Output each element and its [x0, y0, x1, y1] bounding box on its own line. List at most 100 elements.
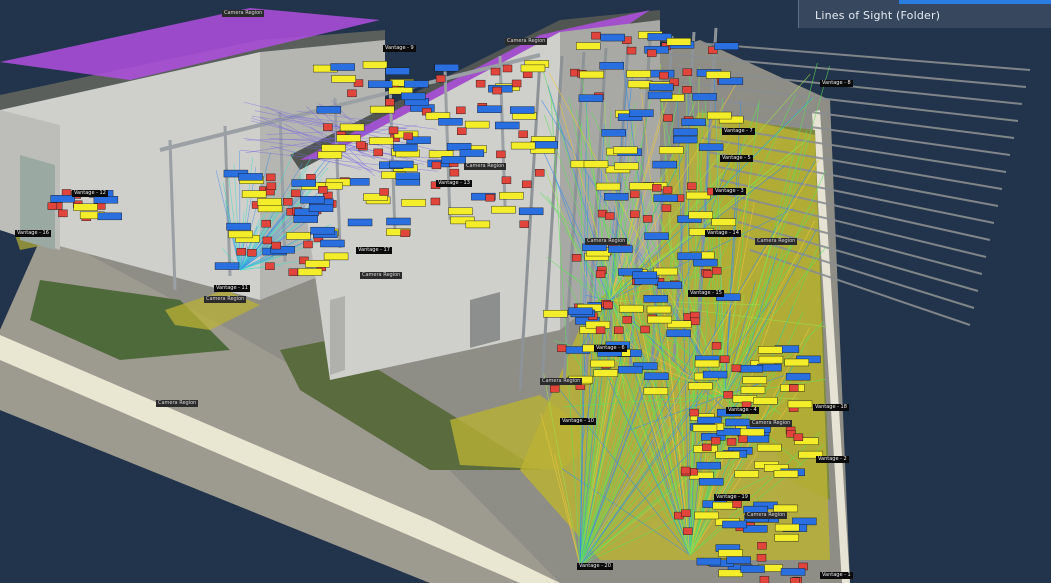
vantage-label[interactable]: Vantage - 19: [714, 494, 750, 501]
vantage-label[interactable]: Vantage - 14: [705, 230, 741, 237]
equipment-tag: [757, 443, 782, 452]
equipment-tag: [734, 470, 759, 478]
equipment-tag: [618, 365, 643, 374]
vantage-label[interactable]: Vantage - 7: [722, 128, 755, 135]
equipment-tag: [533, 141, 558, 149]
equipment-tag: [438, 118, 463, 126]
equipment-tag: [702, 443, 712, 452]
camera-region-label[interactable]: Camera Region: [750, 420, 793, 427]
equipment-tag: [719, 355, 730, 364]
equipment-tag: [347, 218, 373, 227]
equipment-tag: [722, 520, 747, 529]
equipment-tag: [692, 424, 718, 432]
equipment-tag: [694, 359, 720, 368]
equipment-tag: [646, 305, 672, 314]
equipment-tag: [456, 106, 466, 115]
camera-region-label[interactable]: Camera Region: [505, 38, 548, 45]
vantage-label[interactable]: Vantage - 18: [813, 404, 849, 411]
vantage-label[interactable]: Vantage - 2: [816, 456, 849, 463]
vantage-label[interactable]: Vantage - 3: [713, 188, 746, 195]
vantage-label[interactable]: Vantage - 6: [594, 345, 627, 352]
camera-region-label[interactable]: Camera Region: [585, 238, 628, 245]
camera-region-label[interactable]: Camera Region: [540, 378, 583, 385]
equipment-tag: [226, 222, 251, 231]
equipment-tag: [271, 241, 281, 250]
equipment-tag: [518, 130, 528, 138]
3d-viewport[interactable]: Camera Region Camera Region Camera Region C…: [0, 0, 1051, 583]
equipment-tag: [583, 160, 609, 168]
equipment-tag: [369, 105, 395, 114]
equipment-tag: [356, 141, 366, 149]
camera-region-label[interactable]: Camera Region: [464, 163, 507, 170]
camera-region-label[interactable]: Camera Region: [222, 10, 265, 17]
equipment-tag: [519, 220, 529, 228]
equipment-tag: [785, 372, 811, 381]
equipment-tag: [790, 577, 800, 583]
equipment-tag: [401, 92, 426, 101]
equipment-tag: [214, 262, 240, 270]
equipment-tag: [693, 258, 718, 267]
camera-region-label[interactable]: Camera Region: [156, 400, 199, 407]
equipment-tag: [688, 211, 713, 219]
camera-region-label[interactable]: Camera Region: [755, 238, 798, 245]
equipment-tag: [557, 344, 567, 353]
vantage-label[interactable]: Vantage - 16: [15, 230, 51, 237]
equipment-tag: [711, 341, 722, 350]
equipment-tag: [682, 86, 692, 94]
substation-scene[interactable]: [0, 0, 1051, 583]
vantage-label[interactable]: Vantage - 4: [726, 407, 759, 414]
vantage-label[interactable]: Vantage - 1: [820, 572, 853, 579]
vantage-label[interactable]: Vantage - 17: [356, 247, 392, 254]
equipment-tag: [793, 433, 804, 442]
equipment-tag: [303, 240, 313, 249]
equipment-tag: [759, 576, 770, 583]
equipment-tag: [385, 67, 410, 76]
equipment-tag: [690, 317, 700, 326]
equipment-tag: [659, 146, 684, 154]
equipment-tag: [73, 203, 98, 211]
equipment-tag: [681, 509, 691, 517]
panel-title: Lines of Sight (Folder): [815, 9, 941, 22]
equipment-tag: [696, 557, 722, 566]
equipment-tag: [236, 248, 247, 256]
equipment-tag: [694, 511, 719, 520]
camera-region-label[interactable]: Camera Region: [745, 512, 788, 519]
equipment-tag: [723, 391, 733, 399]
equipment-tag: [477, 105, 502, 113]
equipment-tag: [686, 191, 711, 200]
equipment-tag: [649, 83, 674, 91]
camera-region-label[interactable]: Camera Region: [204, 296, 247, 303]
equipment-tag: [464, 120, 490, 129]
vantage-label[interactable]: Vantage - 11: [214, 285, 250, 292]
equipment-tag: [446, 142, 472, 151]
layers-panel[interactable]: Lines of Sight (Folder): [798, 0, 1051, 28]
equipment-tag: [465, 220, 491, 229]
equipment-tag: [595, 326, 606, 334]
equipment-tag: [740, 565, 765, 573]
vantage-label[interactable]: Vantage - 20: [577, 563, 613, 570]
equipment-tag: [682, 68, 693, 77]
equipment-tag: [739, 428, 765, 437]
equipment-tag: [499, 192, 524, 200]
vantage-label[interactable]: Vantage - 9: [383, 45, 416, 52]
vantage-label[interactable]: Vantage - 13: [436, 180, 472, 187]
vantage-label[interactable]: Vantage - 8: [820, 80, 853, 87]
equipment-tag: [475, 79, 486, 88]
equipment-tag: [266, 182, 277, 190]
vantage-label[interactable]: Vantage - 5: [720, 155, 753, 162]
equipment-tag: [726, 438, 737, 446]
equipment-tag: [369, 137, 394, 145]
equipment-tag: [510, 141, 536, 150]
vantage-label[interactable]: Vantage - 12: [72, 190, 108, 197]
equipment-tag: [228, 230, 253, 239]
equipment-tag: [58, 209, 68, 218]
equipment-tag: [774, 523, 800, 532]
vantage-label[interactable]: Vantage - 10: [560, 418, 596, 425]
equipment-tag: [323, 123, 333, 131]
equipment-tag: [687, 382, 713, 390]
vantage-label[interactable]: Vantage - 15: [688, 290, 724, 297]
equipment-tag: [711, 267, 722, 275]
equipment-tag: [501, 176, 512, 184]
camera-region-label[interactable]: Camera Region: [360, 272, 403, 279]
equipment-tag: [784, 358, 809, 367]
